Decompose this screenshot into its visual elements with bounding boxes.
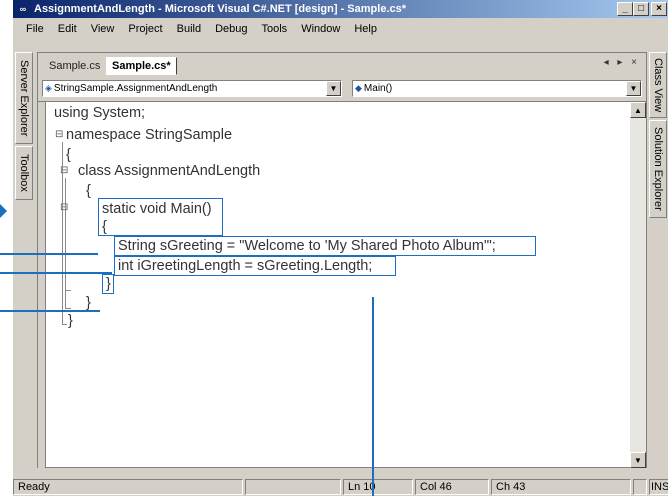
- menu-build[interactable]: Build: [170, 23, 208, 35]
- right-dock: Class View Solution Explorer: [648, 50, 668, 468]
- menu-window-label: Window: [301, 22, 341, 35]
- ide-window: ∞ AssignmentAndLength - Microsoft Visual…: [12, 0, 668, 496]
- left-dock: Server Explorer Toolbox: [13, 50, 35, 468]
- window-controls: _ □ ×: [617, 2, 667, 16]
- menu-project[interactable]: Project: [121, 23, 169, 35]
- toolbox-tab[interactable]: Toolbox: [15, 146, 33, 200]
- status-col: Col 46: [415, 479, 489, 495]
- menu-file-label: File: [26, 22, 44, 35]
- outline-guide: [65, 290, 71, 291]
- outline-guide: [65, 214, 66, 290]
- menu-bar: File Edit View Project Build Debug Tools…: [13, 18, 668, 39]
- toolbox-label: Toolbox: [18, 154, 30, 192]
- menu-debug-label: Debug: [215, 22, 248, 35]
- method-icon: ◆: [355, 83, 362, 93]
- tab-sample-cs[interactable]: Sample.cs: [44, 57, 105, 75]
- callout-line-method: [0, 253, 98, 255]
- menu-build-label: Build: [176, 22, 202, 35]
- status-ready: Ready: [13, 479, 243, 495]
- member-combo-value: Main(): [363, 83, 393, 94]
- callout-line-brace: [0, 310, 100, 312]
- callout-line-assignment: [0, 272, 112, 274]
- status-ch: Ch 43: [491, 479, 631, 495]
- code-line-4: class AssignmentAndLength: [78, 163, 261, 179]
- scroll-up-button[interactable]: ▲: [630, 102, 646, 118]
- menu-file[interactable]: File: [19, 23, 51, 35]
- class-view-label: Class View: [652, 57, 664, 113]
- menu-edit-label: Edit: [57, 22, 77, 35]
- class-icon: ◈: [45, 83, 52, 93]
- type-combo-value: StringSample.AssignmentAndLength: [53, 83, 218, 94]
- solution-explorer-label: Solution Explorer: [652, 127, 664, 211]
- menu-help[interactable]: Help: [347, 23, 384, 35]
- callout-arrow: [0, 204, 12, 218]
- scroll-down-button[interactable]: ▼: [630, 452, 646, 468]
- window-title: AssignmentAndLength - Microsoft Visual C…: [34, 3, 407, 15]
- menu-help-label: Help: [354, 22, 377, 35]
- code-line-2: namespace StringSample: [66, 127, 233, 143]
- status-ins: INS: [649, 479, 668, 495]
- menu-view-label: View: [90, 22, 115, 35]
- tab-sample-cs-modified[interactable]: Sample.cs*: [106, 57, 177, 75]
- outline-guide: [62, 142, 63, 324]
- menu-debug[interactable]: Debug: [208, 23, 254, 35]
- document-tabstrip: Sample.cs Sample.cs* ◂ ▸ ×: [38, 53, 646, 75]
- code-line-5: {: [86, 183, 91, 199]
- server-explorer-tab[interactable]: Server Explorer: [15, 52, 33, 144]
- member-combo[interactable]: ◆ Main() ▼: [352, 80, 642, 97]
- highlight-method-signature: [98, 198, 223, 236]
- minimize-button[interactable]: _: [617, 2, 633, 16]
- menu-tools-label: Tools: [261, 22, 288, 35]
- class-view-tab[interactable]: Class View: [649, 52, 667, 118]
- menu-edit[interactable]: Edit: [51, 23, 84, 35]
- maximize-button[interactable]: □: [633, 2, 649, 16]
- outline-guide: [65, 308, 71, 309]
- chevron-down-icon[interactable]: ▼: [326, 81, 341, 96]
- menu-window[interactable]: Window: [294, 23, 347, 35]
- vertical-scrollbar[interactable]: ▲ ▼: [630, 102, 646, 468]
- status-blank-1: [245, 479, 341, 495]
- arrow-right-icon: [0, 204, 7, 218]
- status-bar: Ready Ln 10 Col 46 Ch 43 INS: [13, 478, 668, 496]
- tab-scroll-close-icons[interactable]: ◂ ▸ ×: [604, 57, 640, 68]
- highlight-length-line: [114, 256, 396, 276]
- status-line: Ln 10: [343, 479, 413, 495]
- chevron-down-icon[interactable]: ▼: [626, 81, 641, 96]
- outline-guide: [62, 324, 67, 325]
- code-line-1: using System;: [54, 105, 146, 121]
- document-window: Sample.cs Sample.cs* ◂ ▸ × ◈ StringSampl…: [37, 52, 647, 468]
- collapse-icon[interactable]: ⊟: [55, 129, 63, 140]
- menu-project-label: Project: [128, 22, 163, 35]
- server-explorer-label: Server Explorer: [18, 59, 30, 137]
- code-line-12: }: [68, 313, 73, 329]
- type-combo[interactable]: ◈ StringSample.AssignmentAndLength ▼: [42, 80, 342, 97]
- highlight-assignment-line: [114, 236, 536, 256]
- highlight-closing-brace: [102, 274, 114, 294]
- close-button[interactable]: ×: [651, 2, 667, 16]
- code-text-area[interactable]: using System; ⊟ namespace StringSample {…: [38, 102, 624, 468]
- menu-tools[interactable]: Tools: [255, 23, 295, 35]
- menu-view[interactable]: View: [84, 23, 122, 35]
- vs-app-icon[interactable]: ∞: [16, 3, 30, 15]
- code-editor[interactable]: using System; ⊟ namespace StringSample {…: [38, 101, 646, 468]
- solution-explorer-tab[interactable]: Solution Explorer: [649, 120, 667, 218]
- callout-line-length: [372, 297, 374, 496]
- code-line-3: {: [66, 147, 71, 163]
- code-navigation-bar: ◈ StringSample.AssignmentAndLength ▼ ◆ M…: [38, 77, 646, 99]
- title-bar[interactable]: ∞ AssignmentAndLength - Microsoft Visual…: [13, 0, 668, 18]
- status-blank-2: [633, 479, 647, 495]
